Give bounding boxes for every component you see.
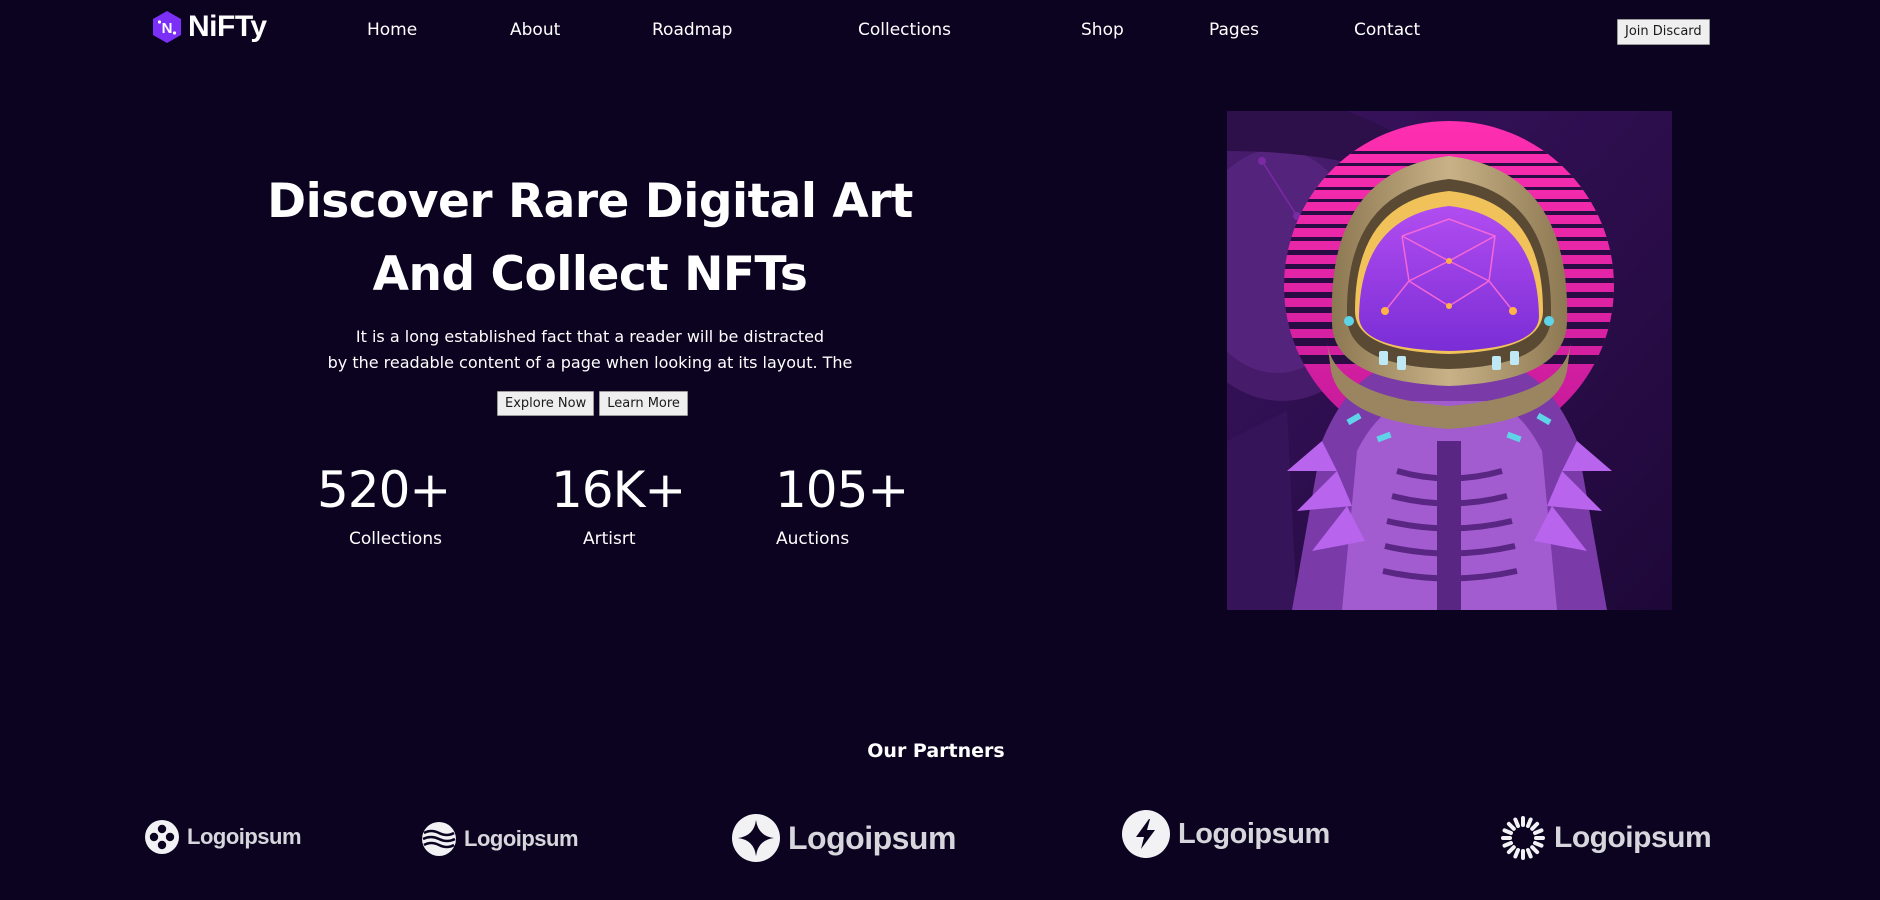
waves-circle-icon bbox=[422, 822, 456, 856]
stat-value: 520+ bbox=[317, 461, 451, 519]
brand[interactable]: N NiFTy bbox=[152, 10, 267, 44]
hero-buttons: Explore Now Learn More bbox=[497, 391, 688, 416]
partner-name: Logoipsum bbox=[788, 819, 956, 856]
partner-name: Logoipsum bbox=[187, 824, 302, 849]
brand-name: NiFTy bbox=[188, 10, 267, 43]
partners-title: Our Partners bbox=[867, 740, 1005, 762]
partner-name: Logoipsum bbox=[464, 826, 579, 851]
explore-now-button[interactable]: Explore Now bbox=[497, 391, 595, 416]
svg-text:N: N bbox=[162, 20, 173, 37]
stat-label: Auctions bbox=[776, 529, 850, 549]
nav-contact[interactable]: Contact bbox=[1354, 20, 1420, 40]
nav-shop[interactable]: Shop bbox=[1081, 20, 1124, 40]
stat-label: Collections bbox=[349, 529, 442, 549]
hero-title-line-1: Discover Rare Digital Art bbox=[267, 174, 913, 229]
partner-logo-3[interactable]: Logoipsum bbox=[732, 814, 956, 862]
partner-logo-5[interactable]: Logoipsum bbox=[1500, 815, 1712, 861]
stat-value: 16K+ bbox=[551, 461, 686, 519]
partner-logo-1[interactable]: Logoipsum bbox=[145, 820, 302, 854]
stat-label: Artisrt bbox=[583, 529, 636, 549]
dots-circle-icon bbox=[145, 820, 179, 854]
partner-logo-2[interactable]: Logoipsum bbox=[422, 822, 579, 856]
stat-collections: 520+ Collections bbox=[317, 460, 517, 550]
hero-astronaut-image bbox=[1227, 111, 1672, 610]
nav-roadmap[interactable]: Roadmap bbox=[652, 20, 732, 40]
stat-auctions: 105+ Auctions bbox=[775, 460, 975, 550]
hero-description-line-2: by the readable content of a page when l… bbox=[327, 353, 853, 372]
hero-title: Discover Rare Digital Art And Collect NF… bbox=[240, 165, 940, 311]
partner-name: Logoipsum bbox=[1554, 821, 1712, 854]
hero-description: It is a long established fact that a rea… bbox=[240, 324, 940, 376]
bolt-circle-icon bbox=[1122, 810, 1170, 858]
brand-logo-icon: N bbox=[153, 11, 181, 43]
sunburst-icon bbox=[1501, 816, 1545, 860]
stat-artists: 16K+ Artisrt bbox=[551, 460, 751, 550]
hero-description-line-1: It is a long established fact that a rea… bbox=[355, 327, 825, 346]
nav-pages[interactable]: Pages bbox=[1209, 20, 1259, 40]
nav-about[interactable]: About bbox=[510, 20, 560, 40]
join-discord-button[interactable]: Join Discard bbox=[1617, 19, 1710, 45]
nav-home[interactable]: Home bbox=[367, 20, 417, 40]
stat-value: 105+ bbox=[775, 461, 909, 519]
hero-title-line-2: And Collect NFTs bbox=[372, 247, 808, 302]
nav-collections[interactable]: Collections bbox=[858, 20, 951, 40]
sparkle-circle-icon bbox=[732, 814, 780, 862]
learn-more-button[interactable]: Learn More bbox=[599, 391, 688, 416]
partner-name: Logoipsum bbox=[1178, 817, 1330, 850]
site-header: N NiFTy Home About Roadmap Collections S… bbox=[0, 0, 1880, 62]
partner-logo-4[interactable]: Logoipsum bbox=[1122, 810, 1330, 858]
